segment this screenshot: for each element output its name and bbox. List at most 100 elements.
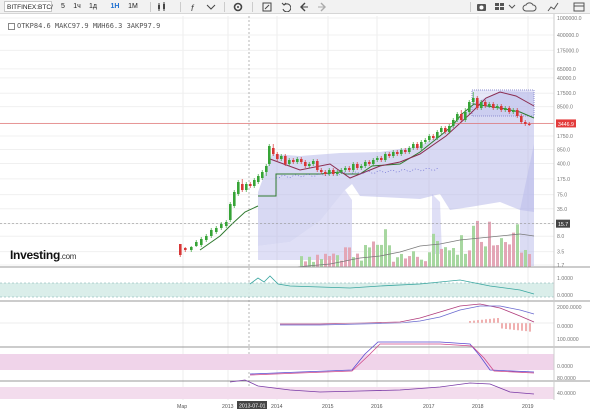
price-tick-label: 850.0 [557,147,570,153]
draw-icon[interactable] [262,2,272,12]
symbol-input[interactable]: BITFINEX:BTC/ [4,1,53,12]
volume-bar [412,251,415,267]
time-tick-label: 2015 [322,404,334,410]
macd-line [280,303,535,325]
price-tick-label: 35.0 [557,207,567,213]
volume-bar [388,245,391,267]
panel-tick-label: 1.0000 [557,276,573,282]
volume-bar [416,256,419,267]
candlestick [312,161,315,164]
candlestick [524,122,527,124]
volume-bar [492,245,495,267]
volume-bar [440,248,443,267]
candlestick [472,98,475,102]
candlestick [261,172,264,178]
layout-icon[interactable] [494,2,505,12]
candlestick [308,164,311,166]
back-icon[interactable] [299,2,309,12]
forward-icon[interactable] [317,2,327,12]
settings-icon[interactable] [233,2,243,12]
candlestick [229,204,232,220]
candlestick [249,184,252,186]
price-tick-label: 75.0 [557,193,567,199]
candlestick [237,182,240,194]
interval-1d-button[interactable]: 1д [86,1,100,12]
interval-1w-button[interactable]: 1Н [108,1,122,12]
candlestick [348,168,351,170]
volume-bar [456,254,459,267]
candlestick [328,170,331,174]
candlestick [292,160,295,162]
candlestick [332,170,335,174]
candlestick [400,150,403,154]
volume-bar [300,256,303,267]
candlestick [516,110,519,116]
dropdown-icon[interactable] [206,2,216,12]
candlestick [364,162,367,166]
volume-bar [392,261,395,267]
volume-bar [356,253,359,267]
candlestick [416,144,419,148]
candlestick [392,152,395,156]
time-tick-label: 2013 [222,404,234,410]
candlestick [233,192,236,206]
svg-text:f: f [191,3,195,12]
price-tick-label: 400000.0 [557,33,579,39]
volume-bar [464,253,467,267]
candlestick [476,98,479,108]
volume-bar [472,225,475,267]
candlestick [396,152,399,154]
candlestick [179,244,182,255]
candlestick [504,108,507,110]
toolbar-divider [150,2,151,12]
price-tick-label: 17500.0 [557,91,576,97]
candlestick [432,136,435,138]
interval-1h-button[interactable]: 1ч [70,1,84,12]
candle-type-icon[interactable] [156,2,168,12]
candlestick [512,110,515,112]
collapse-icon[interactable] [8,22,15,30]
cloud-icon[interactable] [522,1,537,13]
time-tick-label: Мар [177,404,187,410]
volume-bar [516,224,519,267]
candlestick [344,168,347,170]
camera-icon[interactable] [476,2,487,12]
interval-1m-button[interactable]: 1М [126,1,140,12]
candlestick [257,176,260,182]
interval-5-button[interactable]: 5 [56,1,70,12]
candlestick [480,102,483,108]
calendar-icon[interactable] [573,2,585,12]
chevron-down-icon[interactable] [508,3,516,11]
candlestick [324,172,327,174]
volume-bar [348,247,351,267]
candlestick [368,162,371,164]
volume-bar [384,229,387,267]
price-chart[interactable]: 1.0000 0.0000 2000.0000 0.0000 100.0000 0.000… [0,14,590,414]
candlestick [215,228,218,232]
candlestick [484,102,487,106]
price-tick-label: 1750.0 [557,134,573,140]
panel-tick-label: 80.0000 [557,376,576,382]
undo-icon[interactable] [281,2,291,12]
volume-bar [452,248,455,267]
candlestick [468,102,471,112]
candlestick [448,126,451,132]
toolbar-divider [252,2,253,12]
indicators-icon[interactable]: f [190,2,200,12]
candlestick [210,230,213,236]
candlestick [520,116,523,122]
time-axis: Мар 2013 2014 2015 2016 2017 2018 2019 2013-07-0… [177,401,534,410]
candlestick [288,160,291,164]
volume-bar [344,247,347,267]
price-tick-label: 1000000.0 [557,16,582,22]
candlestick [456,114,459,120]
volume-bar [484,246,487,267]
candlestick [444,128,447,132]
candlestick [496,106,499,108]
volume-bar [424,261,427,267]
candlestick [500,106,503,110]
chart-icon[interactable] [547,2,559,12]
candlestick [360,166,363,168]
volume-bar [372,241,375,267]
ichimoku-cloud [258,89,535,266]
